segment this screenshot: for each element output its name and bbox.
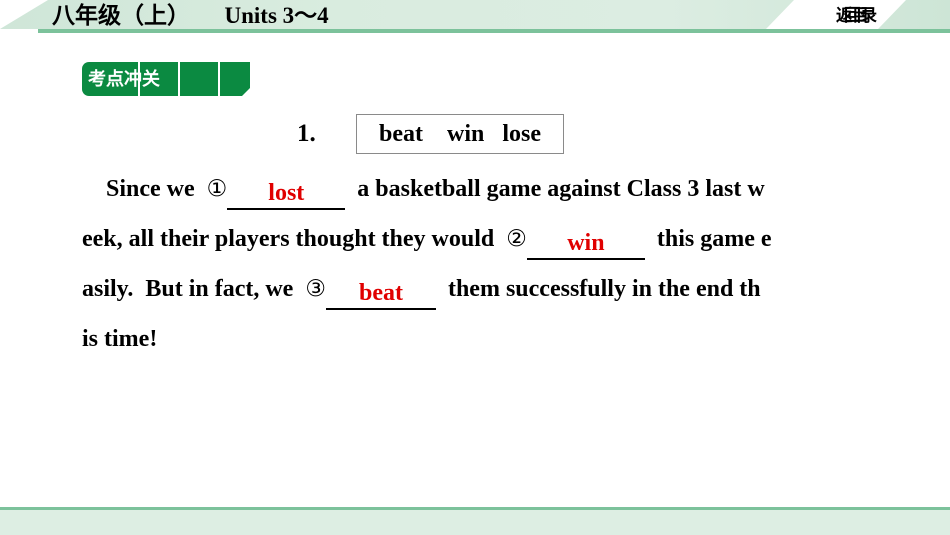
- header-rule: [38, 29, 950, 33]
- answer-text: win: [567, 230, 605, 256]
- passage-body: Since we ① lost a basketball game against…: [0, 164, 950, 364]
- passage-text: eek, all their players thought they woul…: [82, 226, 507, 252]
- page-title-units: [179, 3, 225, 28]
- page-title-grade: 八年级（上）: [52, 3, 179, 28]
- section-badge-label: 考点冲关: [88, 69, 160, 89]
- word-bank-text: beat win lose: [379, 120, 541, 147]
- passage-text: a basketball game against Class 3 last w: [345, 176, 765, 202]
- answer-text: lost: [268, 180, 305, 206]
- return-to-contents-link[interactable]: 返回目录: [836, 2, 877, 29]
- page-footer: [0, 507, 950, 535]
- passage-line: is time!: [0, 314, 950, 364]
- question-number: 1.: [297, 120, 316, 147]
- passage-text: Since we: [82, 176, 207, 202]
- badge-segment-tail: [220, 62, 250, 96]
- page-header: 八年级（上） Units 3～4 返回目录: [0, 0, 950, 33]
- passage-text: them successfully in the end th: [435, 276, 761, 302]
- answer-blank[interactable]: beat: [325, 276, 436, 310]
- answer-text: beat: [358, 280, 403, 306]
- page-title-units-text: Units 3～4: [224, 3, 329, 28]
- page-title: 八年级（上） Units 3～4: [52, 1, 329, 30]
- passage-line: asily. But in fact, we ③ beat them succes…: [0, 264, 950, 314]
- answer-blank[interactable]: lost: [227, 176, 346, 210]
- blank-marker-circled-number: ③: [305, 276, 326, 302]
- passage-line: eek, all their players thought they woul…: [0, 214, 950, 264]
- blank-marker-circled-number: ②: [506, 226, 527, 252]
- passage-text: is time!: [82, 326, 158, 352]
- blank-marker-circled-number: ①: [206, 176, 228, 202]
- passage-text: this game e: [644, 226, 772, 252]
- answer-blank[interactable]: win: [526, 226, 645, 260]
- passage-line: Since we ① lost a basketball game against…: [0, 164, 950, 214]
- question-header-row: 1. beat win lose: [0, 112, 950, 158]
- badge-segment-3: [180, 62, 218, 96]
- passage-text: asily. But in fact, we: [82, 276, 306, 302]
- word-bank-box: beat win lose: [356, 114, 564, 154]
